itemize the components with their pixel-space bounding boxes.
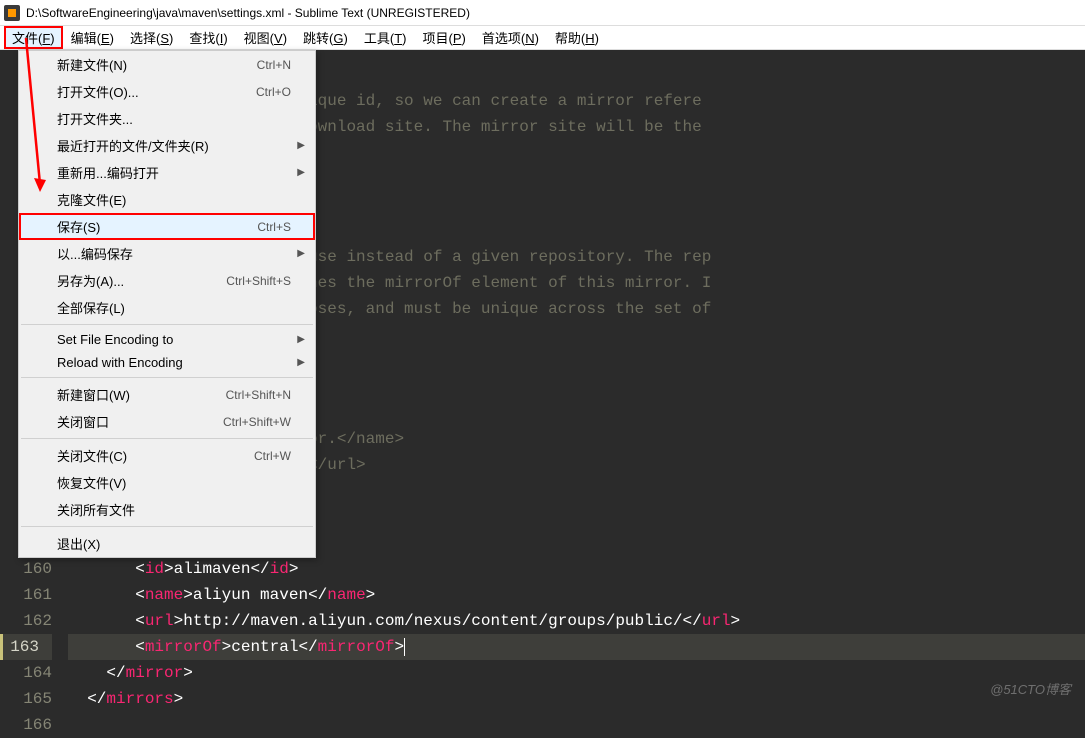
line-number: 163 <box>0 634 52 660</box>
menu-item[interactable]: 新建文件(N) Ctrl+N <box>19 51 315 78</box>
menubar-item-7[interactable]: 项目(P) <box>414 26 473 49</box>
menu-item[interactable]: 打开文件夹... <box>19 105 315 132</box>
menubar: 文件(F)编辑(E)选择(S)查找(I)视图(V)跳转(G)工具(T)项目(P)… <box>0 26 1085 50</box>
menu-shortcut: Ctrl+Shift+W <box>223 415 291 429</box>
menu-item-label: 以...编码保存 <box>57 244 133 263</box>
code-line[interactable]: <mirrorOf>central</mirrorOf> <box>68 634 1085 660</box>
menu-item-label: 全部保存(L) <box>57 298 125 317</box>
menu-shortcut: Ctrl+S <box>257 220 291 234</box>
menu-item-label: 重新用...编码打开 <box>57 163 159 182</box>
menu-item-label: 关闭所有文件 <box>57 500 135 519</box>
code-line[interactable]: <id>alimaven</id> <box>68 556 1085 582</box>
menu-item-label: Reload with Encoding <box>57 355 183 370</box>
file-menu-dropdown[interactable]: 新建文件(N) Ctrl+N 打开文件(O)... Ctrl+O 打开文件夹... 最近打… <box>18 50 316 558</box>
code-line[interactable]: </mirrors> <box>68 686 1085 708</box>
code-line[interactable]: <url>http://maven.aliyun.com/nexus/conte… <box>68 608 1085 634</box>
menu-item[interactable]: 打开文件(O)... Ctrl+O <box>19 78 315 105</box>
menubar-item-2[interactable]: 选择(S) <box>122 26 181 49</box>
menu-item[interactable]: 最近打开的文件/文件夹(R) ▶ <box>19 132 315 159</box>
menu-item[interactable]: 关闭窗口 Ctrl+Shift+W <box>19 408 315 435</box>
menubar-item-1[interactable]: 编辑(E) <box>63 26 122 49</box>
line-number: 161 <box>0 582 52 608</box>
menu-item-label: 关闭文件(C) <box>57 446 127 465</box>
menu-shortcut: Ctrl+Shift+N <box>226 388 291 402</box>
menu-item[interactable]: 保存(S) Ctrl+S <box>19 213 315 240</box>
submenu-arrow-icon: ▶ <box>297 140 305 151</box>
menu-item-label: 新建文件(N) <box>57 55 127 74</box>
code-line[interactable]: </mirror> <box>68 660 1085 686</box>
menu-item-label: 恢复文件(V) <box>57 473 126 492</box>
line-number: 165 <box>0 686 52 712</box>
menu-separator <box>21 438 313 439</box>
menu-item[interactable]: 全部保存(L) <box>19 294 315 321</box>
line-number: 162 <box>0 608 52 634</box>
menu-item-label: 打开文件夹... <box>57 109 133 128</box>
text-cursor <box>404 638 405 656</box>
menu-item-label: Set File Encoding to <box>57 332 173 347</box>
menu-shortcut: Ctrl+W <box>254 449 291 463</box>
menubar-item-6[interactable]: 工具(T) <box>356 26 415 49</box>
menubar-item-0[interactable]: 文件(F) <box>4 26 63 49</box>
menu-item[interactable]: 恢复文件(V) <box>19 469 315 496</box>
menu-item-label: 新建窗口(W) <box>57 385 130 404</box>
line-number: 166 <box>0 712 52 738</box>
titlebar-text: D:\SoftwareEngineering\java\maven\settin… <box>26 6 470 20</box>
submenu-arrow-icon: ▶ <box>297 357 305 368</box>
menu-item-label: 另存为(A)... <box>57 271 124 290</box>
menu-item[interactable]: 关闭文件(C) Ctrl+W <box>19 442 315 469</box>
menu-item[interactable]: 以...编码保存 ▶ <box>19 240 315 267</box>
menu-item-label: 退出(X) <box>57 534 100 553</box>
submenu-arrow-icon: ▶ <box>297 167 305 178</box>
menu-item-label: 关闭窗口 <box>57 412 109 431</box>
menu-item[interactable]: 关闭所有文件 <box>19 496 315 523</box>
menu-item[interactable]: 重新用...编码打开 ▶ <box>19 159 315 186</box>
menu-separator <box>21 377 313 378</box>
menu-shortcut: Ctrl+N <box>257 58 291 72</box>
menu-item[interactable]: Set File Encoding to ▶ <box>19 328 315 351</box>
menu-separator <box>21 324 313 325</box>
menu-shortcut: Ctrl+Shift+S <box>226 274 291 288</box>
menubar-item-5[interactable]: 跳转(G) <box>295 26 356 49</box>
menu-item-label: 打开文件(O)... <box>57 82 139 101</box>
menubar-item-4[interactable]: 视图(V) <box>236 26 295 49</box>
app-icon <box>4 5 20 21</box>
submenu-arrow-icon: ▶ <box>297 334 305 345</box>
menu-item-label: 保存(S) <box>57 217 100 236</box>
menu-item[interactable]: 退出(X) <box>19 530 315 557</box>
line-number: 164 <box>0 660 52 686</box>
menu-item-label: 克隆文件(E) <box>57 190 126 209</box>
menu-item[interactable]: 克隆文件(E) <box>19 186 315 213</box>
menubar-item-3[interactable]: 查找(I) <box>181 26 235 49</box>
line-number: 160 <box>0 556 52 582</box>
submenu-arrow-icon: ▶ <box>297 248 305 259</box>
titlebar: D:\SoftwareEngineering\java\maven\settin… <box>0 0 1085 26</box>
menu-item[interactable]: 新建窗口(W) Ctrl+Shift+N <box>19 381 315 408</box>
menu-item-label: 最近打开的文件/文件夹(R) <box>57 136 209 155</box>
menu-shortcut: Ctrl+O <box>256 85 291 99</box>
menu-item[interactable]: Reload with Encoding ▶ <box>19 351 315 374</box>
menu-separator <box>21 526 313 527</box>
menubar-item-8[interactable]: 首选项(N) <box>474 26 547 49</box>
menubar-item-9[interactable]: 帮助(H) <box>547 26 607 49</box>
code-line[interactable]: <name>aliyun maven</name> <box>68 582 1085 608</box>
menu-item[interactable]: 另存为(A)... Ctrl+Shift+S <box>19 267 315 294</box>
watermark: @51CTO博客 <box>990 679 1071 698</box>
